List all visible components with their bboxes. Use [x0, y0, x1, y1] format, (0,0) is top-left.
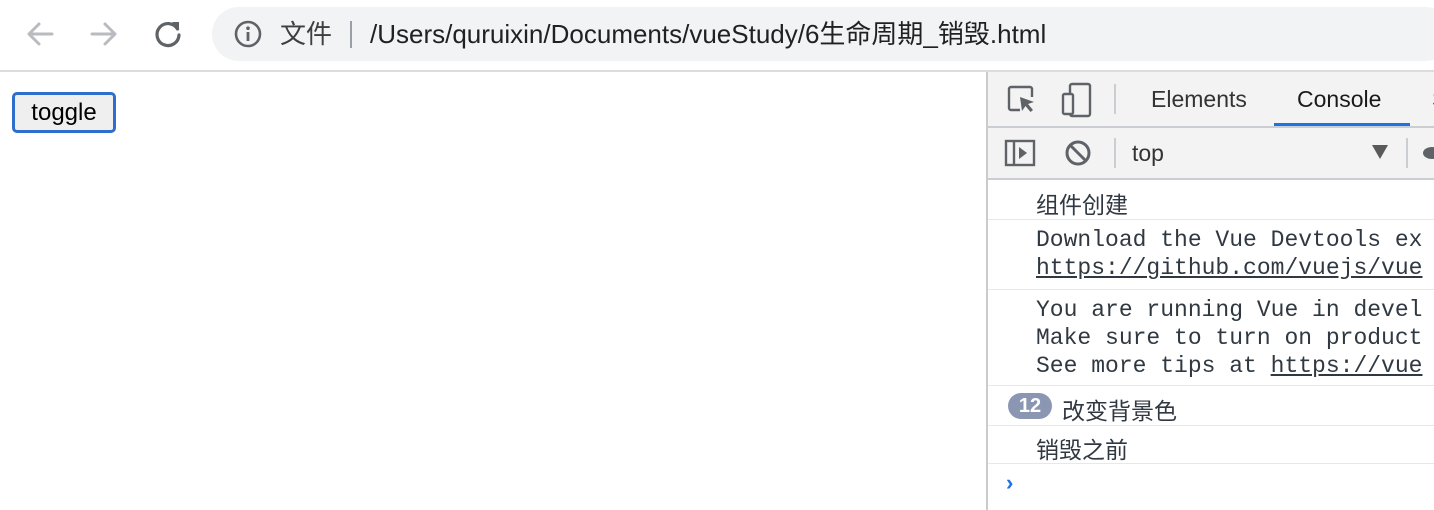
message-text: 销毁之前 [1036, 437, 1128, 463]
message-text: You are running Vue in devel [1036, 297, 1423, 323]
clear-console-icon[interactable] [1064, 139, 1092, 167]
back-button[interactable] [20, 14, 60, 54]
console-message-repeated: 12 改变背景色 [988, 386, 1434, 426]
console-prompt-row[interactable]: › [988, 464, 1434, 508]
message-link[interactable]: https://github.com/vuejs/vue [1036, 254, 1422, 282]
show-sidebar-icon[interactable] [1004, 139, 1036, 167]
address-divider [350, 21, 352, 48]
chevron-down-icon[interactable] [1372, 145, 1388, 159]
consolebar-separator [1114, 138, 1116, 168]
scheme-label: 文件 [280, 19, 333, 49]
tab-console[interactable]: Console [1297, 72, 1381, 126]
browser-toolbar: 文件 /Users/quruixin/Documents/vueStudy/6生… [0, 0, 1434, 72]
console-message: 组件创建 [988, 180, 1434, 220]
arrow-right-icon [90, 22, 117, 46]
url-text[interactable]: /Users/quruixin/Documents/vueStudy/6生命周期… [370, 7, 1046, 61]
address-bar[interactable]: 文件 /Users/quruixin/Documents/vueStudy/6生… [212, 7, 1434, 61]
reload-button[interactable] [148, 14, 188, 54]
prompt-chevron-icon: › [1006, 470, 1014, 495]
console-message: Download the Vue Devtools ex https://git… [988, 220, 1434, 290]
message-text: 改变背景色 [1062, 398, 1177, 424]
message-text: Download the Vue Devtools ex [1036, 227, 1423, 253]
console-messages: 组件创建 Download the Vue Devtools ex https:… [988, 180, 1434, 508]
message-text: Make sure to turn on product [1036, 325, 1423, 351]
arrow-left-icon [27, 22, 54, 46]
toggle-button[interactable]: toggle [12, 92, 116, 133]
forward-button[interactable] [84, 14, 124, 54]
console-toolbar: top [988, 128, 1434, 180]
consolebar-separator-2 [1406, 138, 1408, 168]
page-viewport: toggle [0, 72, 986, 510]
devtools-tabbar: Elements Console S [988, 72, 1434, 128]
tab-elements[interactable]: Elements [1151, 72, 1247, 126]
devtools-panel: Elements Console S top 组件创建 Download the… [986, 72, 1434, 510]
reload-icon [155, 21, 181, 48]
message-text: 组件创建 [1036, 192, 1128, 218]
message-text-line3: See more tips at https://vue [1036, 352, 1422, 380]
console-message: 销毁之前 [988, 426, 1434, 464]
active-tab-indicator [1274, 123, 1410, 126]
context-selector[interactable]: top [1132, 128, 1164, 178]
eye-icon[interactable] [1422, 144, 1434, 162]
repeat-count-badge: 12 [1008, 393, 1052, 419]
message-link[interactable]: https://vue [1271, 353, 1423, 379]
console-message: You are running Vue in devel Make sure t… [988, 290, 1434, 386]
info-circle-icon[interactable] [234, 20, 262, 48]
tabbar-separator [1114, 84, 1116, 114]
device-toolbar-icon[interactable] [1060, 82, 1094, 118]
message-text: See more tips at [1036, 353, 1271, 379]
inspect-element-icon[interactable] [1006, 84, 1038, 116]
